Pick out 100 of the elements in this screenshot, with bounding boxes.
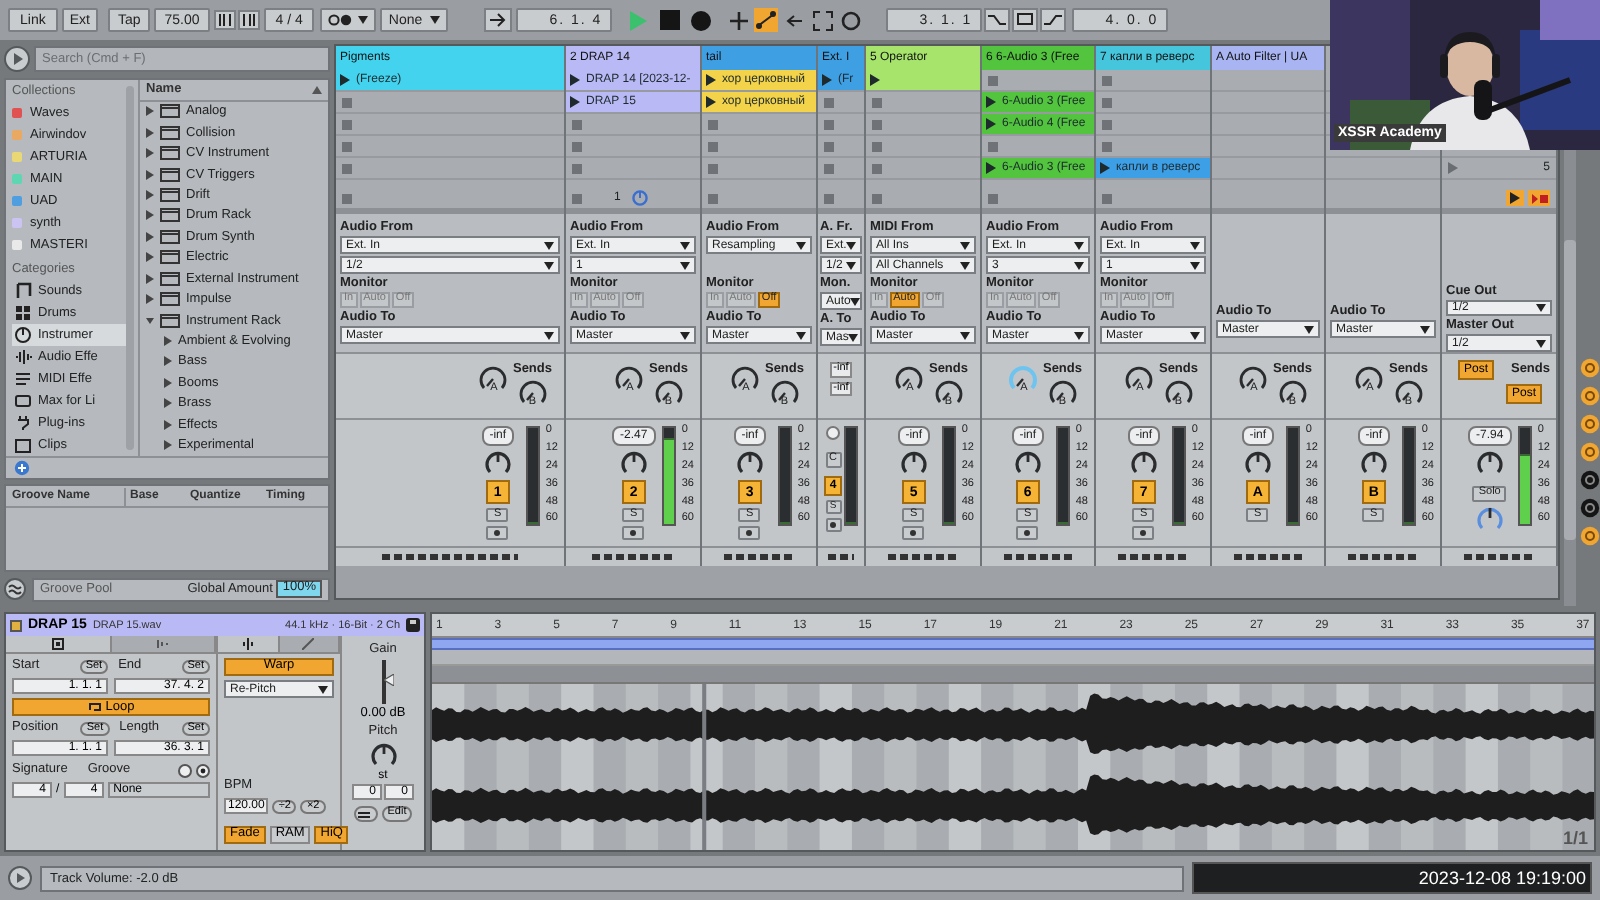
- envelope-icon: [302, 638, 315, 650]
- caret-icon: [430, 16, 441, 24]
- envelope-icon: [156, 638, 169, 650]
- timestamp: 2023-12-08 19:19:00: [1418, 869, 1586, 887]
- arm-button[interactable]: [1016, 526, 1039, 540]
- pan-knob[interactable]: [735, 450, 764, 476]
- play-icon: [340, 74, 350, 86]
- slider-thumb-icon[interactable]: [383, 673, 393, 686]
- arm-button[interactable]: [738, 526, 761, 540]
- pan-knob[interactable]: [1013, 450, 1042, 476]
- device-icon: [160, 125, 180, 140]
- clip-color-swatch: [10, 619, 22, 631]
- pan-knob[interactable]: [1243, 450, 1272, 476]
- caret-icon: [544, 241, 554, 249]
- crossfader-assign[interactable]: [888, 554, 958, 560]
- stop-all-clips-button[interactable]: [1528, 190, 1550, 206]
- scrollbar-thumb[interactable]: [1564, 240, 1576, 540]
- session-record-icon[interactable]: [840, 9, 863, 31]
- clip-slot[interactable]: [866, 70, 980, 92]
- pan-knob[interactable]: [826, 426, 840, 440]
- caret-icon: [1536, 304, 1546, 313]
- browser-toggle-icon[interactable]: [4, 46, 30, 72]
- capture-icon[interactable]: [812, 9, 835, 31]
- page-indicator: 1/1: [1562, 830, 1588, 846]
- arm-button[interactable]: [825, 518, 841, 532]
- sample-tab[interactable]: [218, 636, 279, 654]
- caret-icon: [960, 241, 970, 249]
- list-icon: [14, 370, 32, 388]
- caret-icon: [1190, 261, 1200, 269]
- groove-pool-icon[interactable]: [4, 578, 26, 600]
- arm-button[interactable]: [1132, 526, 1155, 540]
- caret-icon: [1190, 241, 1200, 249]
- groove-hot-swap-icon[interactable]: [178, 763, 192, 777]
- groove-commit-icon[interactable]: [196, 763, 210, 777]
- caret-icon: [960, 261, 970, 269]
- crossfader-assign[interactable]: [1234, 554, 1302, 560]
- caret-icon: [680, 261, 690, 269]
- pan-knob[interactable]: [899, 450, 928, 476]
- caret-icon: [1190, 331, 1200, 339]
- caret-icon: [680, 331, 690, 339]
- plug-icon: [14, 414, 32, 432]
- sort-icon[interactable]: [312, 85, 322, 94]
- sample-icon: [241, 638, 254, 650]
- crossfader-assign[interactable]: [724, 554, 794, 560]
- add-folder-icon[interactable]: [14, 460, 30, 476]
- arm-button[interactable]: [486, 526, 509, 540]
- swap-button[interactable]: [353, 806, 378, 822]
- warp-marker-lane[interactable]: [432, 650, 1594, 666]
- caret-icon: [358, 16, 369, 24]
- automation-arm-icon[interactable]: [754, 8, 779, 32]
- save-icon[interactable]: [406, 618, 420, 632]
- crossfader-assign[interactable]: [1348, 554, 1418, 560]
- pan-knob[interactable]: [1475, 450, 1504, 476]
- waveform-icon: [14, 348, 32, 366]
- caret-icon: [680, 241, 690, 249]
- pan-knob[interactable]: [1359, 450, 1388, 476]
- play-icon: [822, 74, 832, 86]
- loop-icon: [87, 701, 102, 713]
- caret-icon: [1074, 331, 1084, 339]
- follow-icon[interactable]: [484, 8, 513, 32]
- arm-button[interactable]: [902, 526, 925, 540]
- plus-icon[interactable]: [728, 9, 751, 31]
- pan-knob[interactable]: [483, 450, 512, 476]
- crossfader-assign[interactable]: [1118, 554, 1188, 560]
- crossfader-assign[interactable]: [381, 554, 519, 560]
- crossfader-assign[interactable]: [1004, 554, 1072, 560]
- arm-button[interactable]: [622, 526, 645, 540]
- rack-icon: [14, 392, 32, 410]
- pan-knob[interactable]: [619, 450, 648, 476]
- stop-all-play-button[interactable]: [1506, 190, 1524, 206]
- pan-knob[interactable]: [369, 742, 397, 768]
- device-icon: [160, 250, 180, 265]
- caret-icon: [850, 297, 861, 305]
- device-icon: [160, 104, 180, 119]
- play-icon: [1510, 192, 1520, 204]
- crossfader-assign[interactable]: [1464, 554, 1534, 560]
- clip-tab[interactable]: [6, 636, 111, 654]
- pan-knob[interactable]: [1129, 450, 1158, 476]
- device-icon: [160, 292, 180, 307]
- caret-icon: [1420, 325, 1430, 333]
- record-button[interactable]: [690, 9, 713, 31]
- play-icon: [870, 74, 880, 86]
- pan-knob[interactable]: [1475, 506, 1504, 532]
- caret-icon: [848, 333, 859, 341]
- metronome-button[interactable]: [320, 8, 377, 32]
- loop-icon[interactable]: [1012, 8, 1039, 32]
- expand-icon[interactable]: [8, 866, 32, 890]
- nudge-up-icon[interactable]: [237, 10, 260, 30]
- swap-icon: [358, 809, 373, 819]
- stop-icon: [1531, 193, 1547, 203]
- nudge-down-icon[interactable]: [213, 10, 236, 30]
- device-icon: [160, 271, 180, 286]
- punch-out-icon[interactable]: [1040, 8, 1067, 32]
- punch-in-icon[interactable]: [984, 8, 1011, 32]
- device-icon: [160, 146, 180, 161]
- crossfader-assign[interactable]: [592, 554, 674, 560]
- device-icon: [160, 208, 180, 223]
- back-to-arrangement-icon[interactable]: [784, 9, 807, 31]
- crossfader-assign[interactable]: [827, 554, 855, 560]
- stop-button[interactable]: [660, 10, 681, 30]
